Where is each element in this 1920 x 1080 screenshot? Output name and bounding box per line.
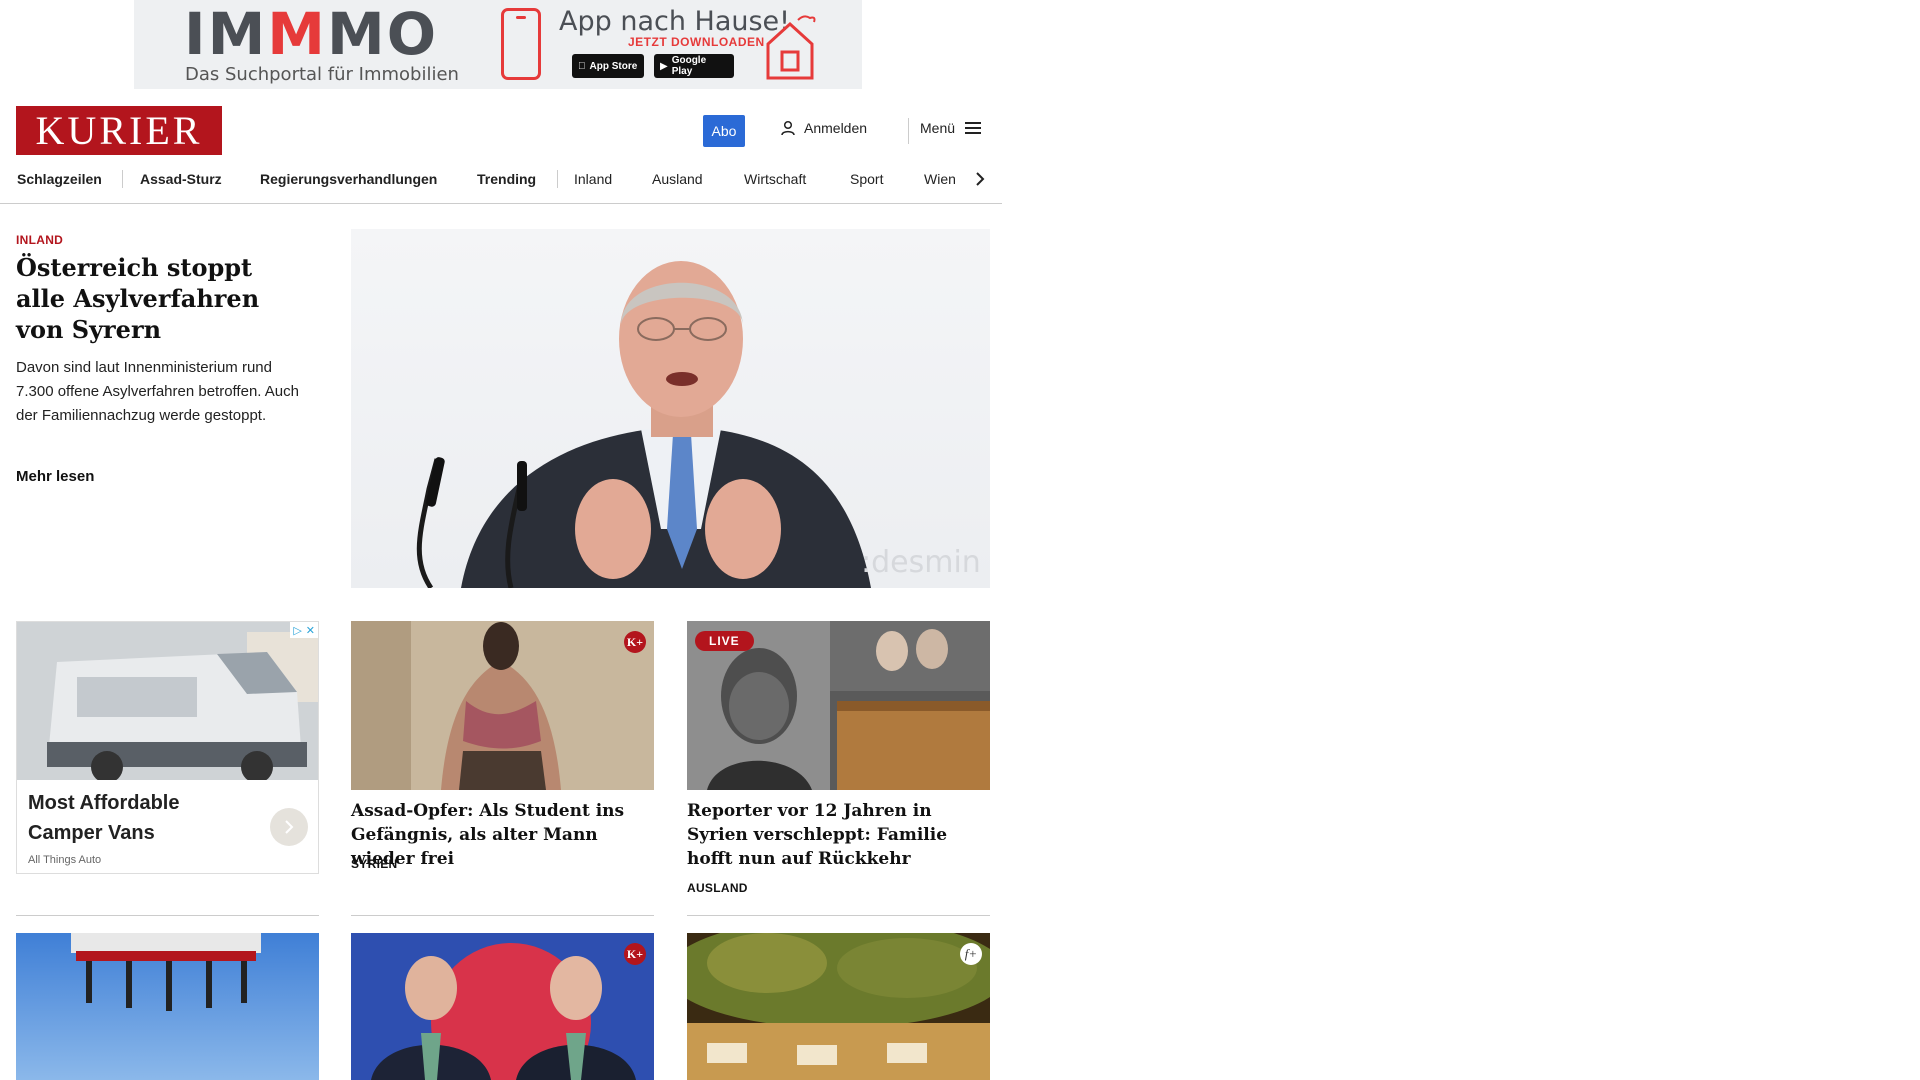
nav-item-wirtschaft[interactable]: Wirtschaft	[744, 168, 806, 190]
freizeit-plus-badge: f+	[960, 943, 982, 965]
section-nav: Schlagzeilen Assad-Sturz Regierungsverha…	[0, 168, 1002, 204]
nav-item-assad-sturz[interactable]: Assad-Sturz	[140, 168, 222, 190]
live-badge: LIVE	[695, 631, 754, 651]
read-more-link[interactable]: Mehr lesen	[16, 468, 94, 485]
app-store-button[interactable]:  App Store	[572, 54, 644, 78]
photo-watermark: :desmin	[861, 545, 981, 580]
nav-item-wien[interactable]: Wien	[924, 168, 956, 190]
top-ad-banner[interactable]: IMMMO Das Suchportal für Immobilien App …	[134, 0, 862, 89]
nav-item-regierungsverhandlungen[interactable]: Regierungsverhandlungen	[260, 168, 437, 190]
google-play-button[interactable]: ▶ Google Play	[654, 54, 734, 78]
phone-icon	[501, 8, 541, 80]
article-image-row2-right[interactable]: f+	[687, 933, 990, 1080]
article-image-row2-left[interactable]	[16, 933, 319, 1080]
article-kicker-ausland[interactable]: AUSLAND	[687, 881, 748, 895]
sponsored-arrow-button[interactable]	[270, 808, 308, 846]
section-divider	[687, 915, 990, 916]
article-photo	[351, 933, 654, 1080]
user-icon	[781, 120, 795, 136]
kplus-badge: K+	[624, 943, 646, 965]
ad-headline: App nach Hause!	[559, 6, 790, 37]
kplus-badge: K+	[624, 631, 646, 653]
article-title-reporter[interactable]: Reporter vor 12 Jahren in Syrien verschl…	[687, 799, 990, 871]
sponsored-source: All Things Auto	[28, 854, 102, 866]
article-photo	[351, 621, 654, 790]
menu-button[interactable]: Menü	[920, 120, 982, 136]
article-image-reporter[interactable]: LIVE	[687, 621, 990, 790]
article-photo	[687, 933, 990, 1080]
house-icon	[766, 15, 816, 80]
nav-divider	[122, 170, 123, 188]
hamburger-icon	[965, 122, 982, 134]
chevron-right-icon	[285, 820, 294, 834]
article-image-assad-opfer[interactable]: K+	[351, 621, 654, 790]
article-image-row2-middle[interactable]: K+	[351, 933, 654, 1080]
apple-icon: 	[578, 61, 586, 72]
ad-cta: JETZT DOWNLOADEN	[628, 35, 765, 49]
nav-item-ausland[interactable]: Ausland	[652, 168, 703, 190]
section-divider	[351, 915, 654, 916]
nav-item-trending[interactable]: Trending	[477, 168, 536, 190]
article-photo	[16, 933, 319, 1080]
header-divider	[908, 118, 909, 144]
section-divider	[16, 915, 319, 916]
article-kicker-syrien[interactable]: SYRIEN	[351, 857, 397, 871]
kurier-logo[interactable]: KURIER	[16, 106, 222, 155]
nav-divider	[557, 170, 558, 188]
play-icon: ▶	[660, 60, 668, 72]
lead-kicker[interactable]: INLAND	[16, 233, 63, 247]
lead-headline[interactable]: Österreich stoppt alle Asylverfahren von…	[16, 252, 306, 345]
sponsored-ad-card[interactable]: ▷ ✕ Most Affordable Camper Vans All Thin…	[16, 621, 319, 874]
abo-button[interactable]: Abo	[703, 115, 745, 147]
ad-choices-icon: ▷	[293, 624, 302, 637]
login-button[interactable]: Anmelden	[780, 120, 867, 136]
login-label: Anmelden	[804, 120, 868, 136]
lead-photo: :desmin	[416, 261, 981, 588]
sponsored-image	[17, 622, 318, 780]
close-icon[interactable]: ✕	[306, 624, 315, 637]
lead-teaser: Davon sind laut Innenministerium rund 7.…	[16, 359, 299, 424]
nav-item-sport[interactable]: Sport	[850, 168, 883, 190]
sponsored-title[interactable]: Most Affordable Camper Vans	[28, 788, 248, 848]
ad-choices-badge[interactable]: ▷ ✕	[290, 622, 318, 638]
menu-label: Menü	[920, 120, 956, 136]
nav-item-schlagzeilen[interactable]: Schlagzeilen	[17, 168, 102, 190]
ad-brand-wordmark: IMMMO	[184, 0, 439, 68]
chevron-right-icon[interactable]	[972, 170, 988, 188]
ad-subtitle: Das Suchportal für Immobilien	[185, 64, 459, 85]
lead-image[interactable]: :desmin	[351, 229, 990, 588]
nav-item-inland[interactable]: Inland	[574, 168, 612, 190]
